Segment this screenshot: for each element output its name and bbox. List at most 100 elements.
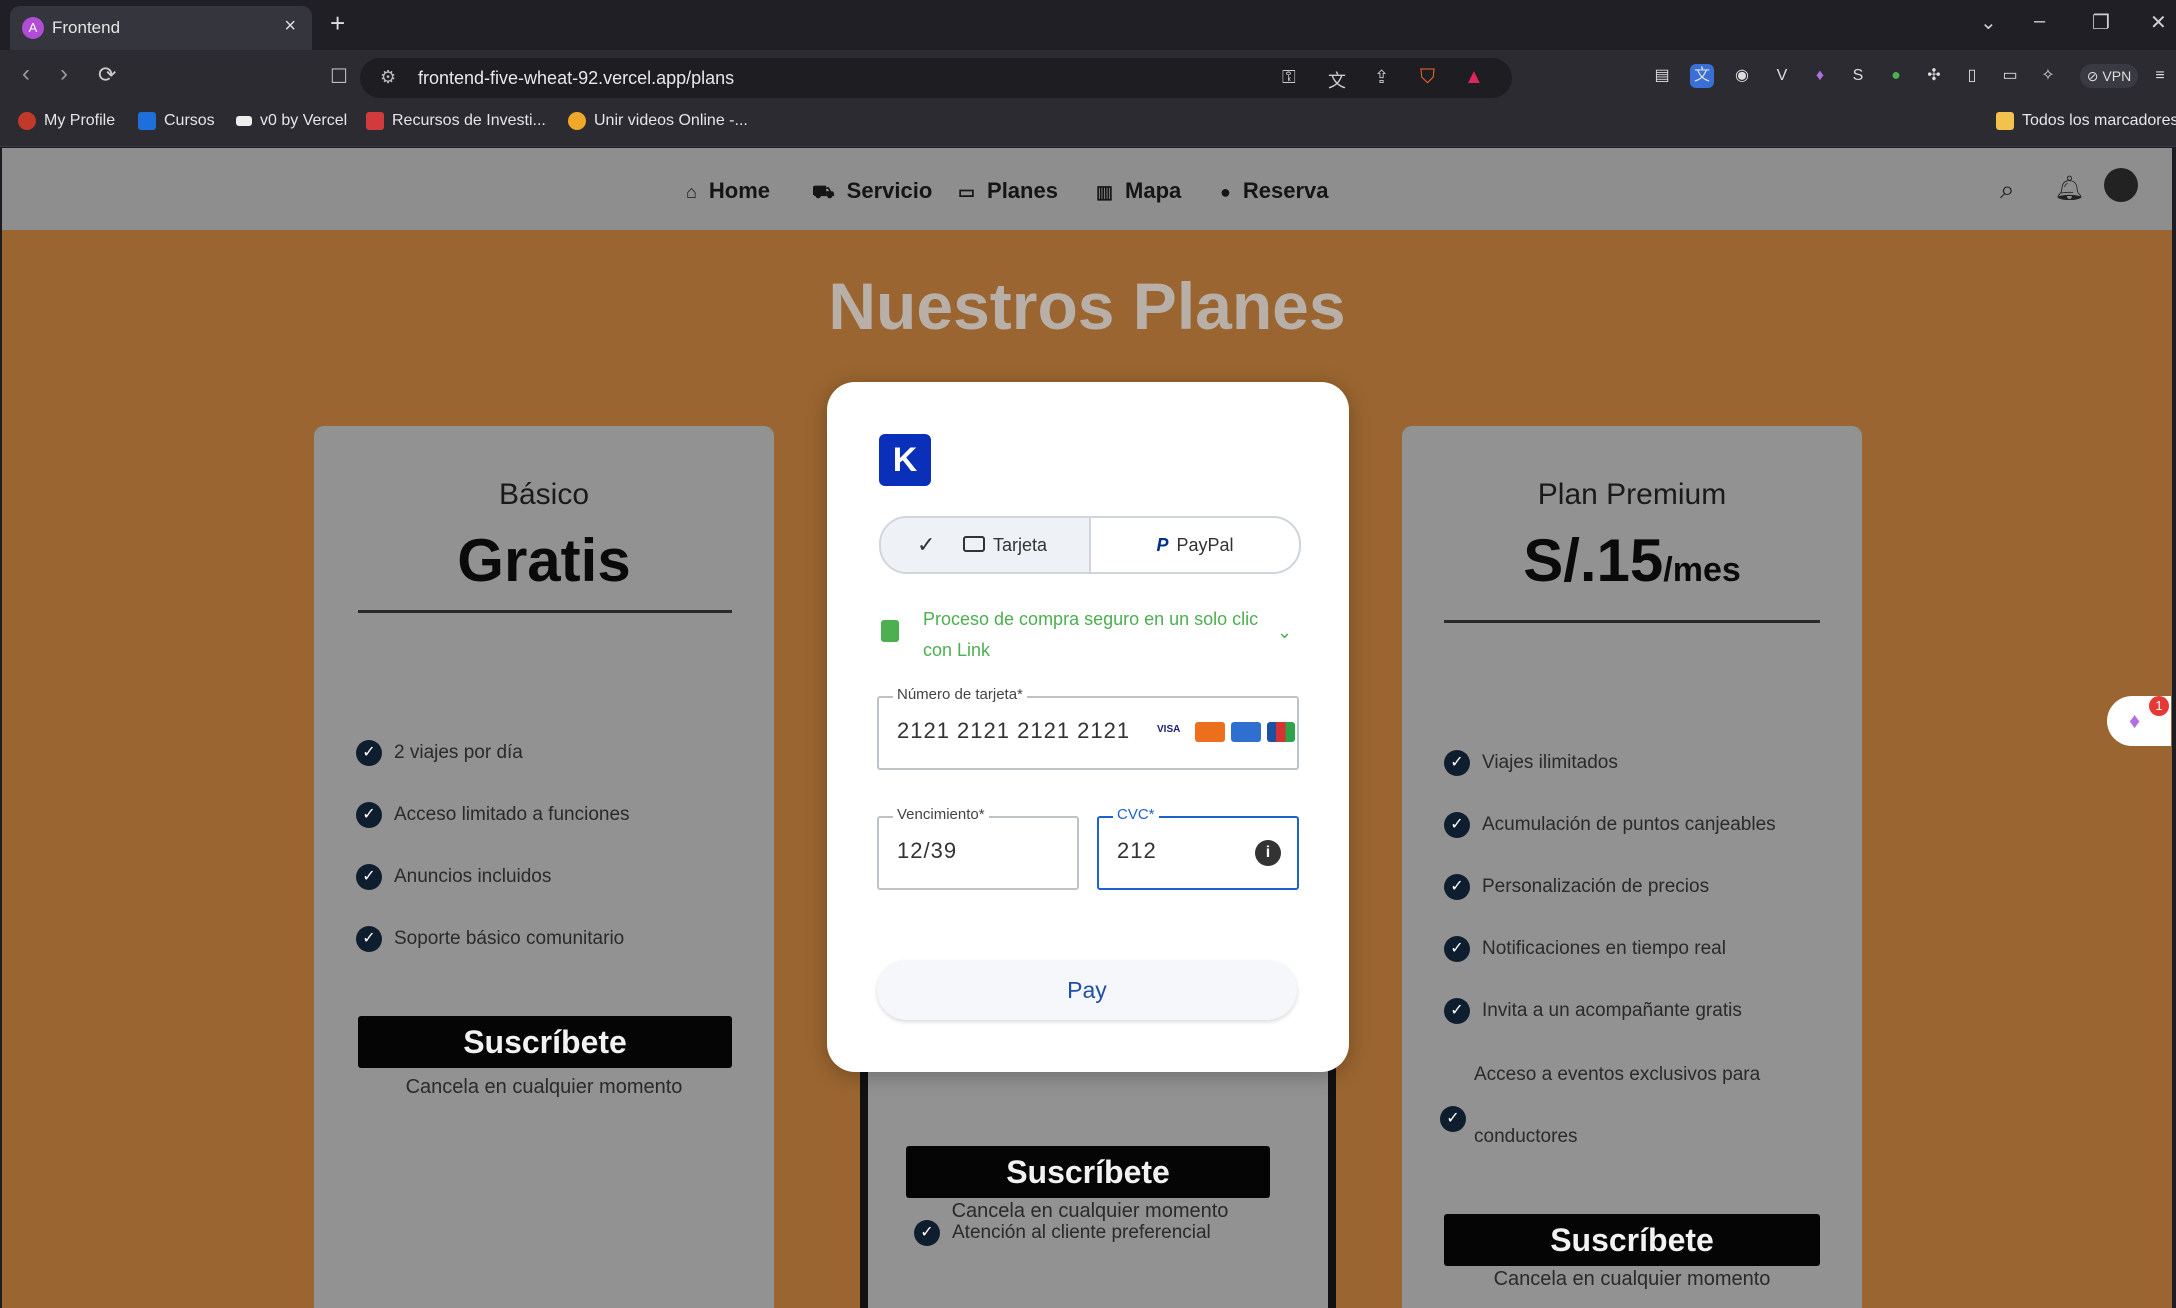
- bookmark-recursos[interactable]: Recursos de Investi...: [366, 112, 546, 130]
- browser-tab-bar: [0, 0, 2176, 50]
- reload-icon[interactable]: ⟳: [98, 62, 116, 88]
- user-small-icon: ●: [1220, 182, 1231, 202]
- bookmark-cursos[interactable]: Cursos: [138, 112, 215, 130]
- check-icon: ✓: [1444, 998, 1470, 1024]
- vpn-button[interactable]: ⊘ VPN: [2080, 64, 2138, 88]
- check-icon: ✓: [1440, 1106, 1466, 1132]
- card-icon: [963, 536, 985, 552]
- subscribe-button[interactable]: Suscríbete: [1444, 1214, 1820, 1266]
- brave-rewards-icon[interactable]: ▲: [1464, 66, 1484, 89]
- feature-item-line1: Acceso a eventos exclusivos para: [1474, 1064, 1761, 1085]
- all-bookmarks-label: Todos los marcadores: [2022, 112, 2176, 130]
- payment-method-selector: ✓ Tarjeta P PayPal: [879, 516, 1301, 574]
- nav-label: Reserva: [1242, 178, 1329, 203]
- subscribe-button[interactable]: Suscríbete: [906, 1146, 1270, 1198]
- nav-servicio[interactable]: ⛟ Servicio: [812, 178, 932, 206]
- ghost-extension-icon[interactable]: ◉: [1730, 64, 1754, 88]
- pdf-extension-icon[interactable]: ▤: [1650, 64, 1674, 88]
- card-number-field[interactable]: Número de tarjeta* 2121 2121 2121 2121 V…: [877, 686, 1299, 770]
- site-info-icon[interactable]: ⚙: [380, 67, 396, 88]
- bookmark-icon[interactable]: ☐: [330, 64, 348, 89]
- subscribe-button[interactable]: Suscríbete: [358, 1016, 732, 1068]
- plan-price: Gratis: [457, 527, 631, 594]
- feature-item: Invita a un acompañante gratis: [1482, 1000, 1742, 1021]
- card-number-label: Número de tarjeta*: [893, 686, 1027, 703]
- search-icon[interactable]: ⌕: [2000, 174, 2015, 206]
- bookmark-label: v0 by Vercel: [260, 112, 348, 129]
- floating-widget[interactable]: ♦ 1: [2107, 696, 2171, 746]
- bookmark-my-profile[interactable]: My Profile: [18, 112, 115, 130]
- nav-reserva[interactable]: ● Reserva: [1220, 178, 1329, 204]
- url-bar[interactable]: ⚙ frontend-five-wheat-92.vercel.app/plan…: [360, 58, 1512, 98]
- expiry-field[interactable]: Vencimiento* 12/39: [877, 806, 1079, 890]
- green-extension-icon[interactable]: ●: [1884, 64, 1908, 88]
- plan-card-premium: Plan Premium S/.15/mes ✓ Viajes ilimitad…: [1402, 426, 1862, 1308]
- check-icon: ✓: [1444, 750, 1470, 776]
- url-text: frontend-five-wheat-92.vercel.app/plans: [418, 68, 735, 88]
- secure-link-text[interactable]: Proceso de compra seguro en un solo clic…: [923, 604, 1263, 666]
- tab-tarjeta[interactable]: ✓ Tarjeta: [881, 518, 1091, 572]
- vpn-label: VPN: [2102, 68, 2132, 84]
- nav-label: Planes: [987, 178, 1058, 203]
- pin-icon: ♦: [2129, 708, 2141, 733]
- cvc-field[interactable]: CVC* 212 i: [1097, 806, 1299, 890]
- translate-icon[interactable]: 文: [1328, 67, 1346, 93]
- feature-item: Viajes ilimitados: [1482, 752, 1618, 773]
- menu-icon[interactable]: ≡: [2148, 64, 2172, 88]
- nav-home[interactable]: ⌂ Home: [686, 178, 770, 204]
- close-tab-icon[interactable]: ×: [284, 15, 296, 38]
- map-icon: ▥: [1096, 182, 1114, 202]
- nav-label: Home: [708, 178, 770, 203]
- close-window-icon[interactable]: ✕: [2150, 10, 2167, 35]
- sidebar-icon[interactable]: ▯: [1960, 64, 1984, 88]
- chevron-down-icon[interactable]: ⌄: [1277, 622, 1292, 643]
- password-key-icon[interactable]: ⚿: [1282, 67, 1296, 88]
- leo-ai-icon[interactable]: ✧: [2036, 64, 2060, 88]
- home-icon: ⌂: [686, 182, 697, 202]
- browser-tab[interactable]: A Frontend ×: [10, 6, 312, 50]
- check-icon: ✓: [914, 1220, 940, 1246]
- lock-icon: [881, 620, 899, 642]
- minimize-icon[interactable]: –: [2034, 10, 2045, 33]
- expiry-label: Vencimiento*: [893, 806, 989, 823]
- bookmark-unir-videos[interactable]: Unir videos Online -...: [568, 112, 748, 130]
- user-avatar-icon[interactable]: [2104, 168, 2138, 202]
- v-extension-icon[interactable]: V: [1770, 64, 1794, 88]
- extensions-puzzle-icon[interactable]: ✣: [1922, 64, 1946, 88]
- forward-icon[interactable]: ›: [60, 60, 68, 88]
- new-tab-button[interactable]: +: [330, 8, 345, 39]
- feature-item: Anuncios incluidos: [394, 866, 552, 887]
- tab-paypal[interactable]: P PayPal: [1091, 518, 1299, 572]
- tab-search-chevron-icon[interactable]: ⌄: [1980, 10, 1997, 35]
- info-icon[interactable]: i: [1255, 840, 1281, 866]
- jcb-icon: [1267, 722, 1295, 742]
- share-icon[interactable]: ⇪: [1374, 67, 1389, 88]
- mastercard-icon: [1195, 722, 1225, 742]
- nav-planes[interactable]: ▭ Planes: [958, 178, 1058, 204]
- restore-icon[interactable]: ❐: [2092, 10, 2110, 35]
- vpn-dot-icon: ⊘: [2086, 68, 2103, 84]
- tab-title: Frontend: [52, 18, 121, 37]
- all-bookmarks-folder[interactable]: Todos los marcadores: [1996, 112, 2176, 130]
- card-number-value: 2121 2121 2121 2121: [897, 718, 1131, 743]
- plan-name: Básico: [498, 478, 590, 511]
- feature-item: Soporte básico comunitario: [394, 928, 625, 949]
- car-icon: ⛟: [812, 182, 835, 202]
- bookmark-v0[interactable]: v0 by Vercel: [236, 112, 347, 130]
- back-icon[interactable]: ‹: [22, 60, 30, 88]
- bookmark-label: Unir videos Online -...: [594, 112, 748, 130]
- kinde-logo-icon: K: [879, 434, 931, 486]
- pay-button[interactable]: Pay: [877, 960, 1297, 1020]
- translate-extension-icon[interactable]: 文: [1690, 64, 1714, 88]
- bell-icon[interactable]: 🔔︎: [2054, 174, 2084, 203]
- wallet-icon[interactable]: ▭: [1998, 64, 2022, 88]
- pin-extension-icon[interactable]: ♦: [1808, 64, 1832, 88]
- check-icon: ✓: [356, 926, 382, 952]
- s-extension-icon[interactable]: S: [1846, 64, 1870, 88]
- brave-shield-icon[interactable]: ⛉: [1420, 66, 1435, 89]
- cancel-note: Cancela en cualquier momento: [405, 1076, 683, 1098]
- profile-icon: [18, 112, 36, 130]
- tab-paypal-label: PayPal: [1176, 535, 1234, 555]
- plan-period: /mes: [1663, 551, 1741, 589]
- nav-mapa[interactable]: ▥ Mapa: [1096, 178, 1181, 204]
